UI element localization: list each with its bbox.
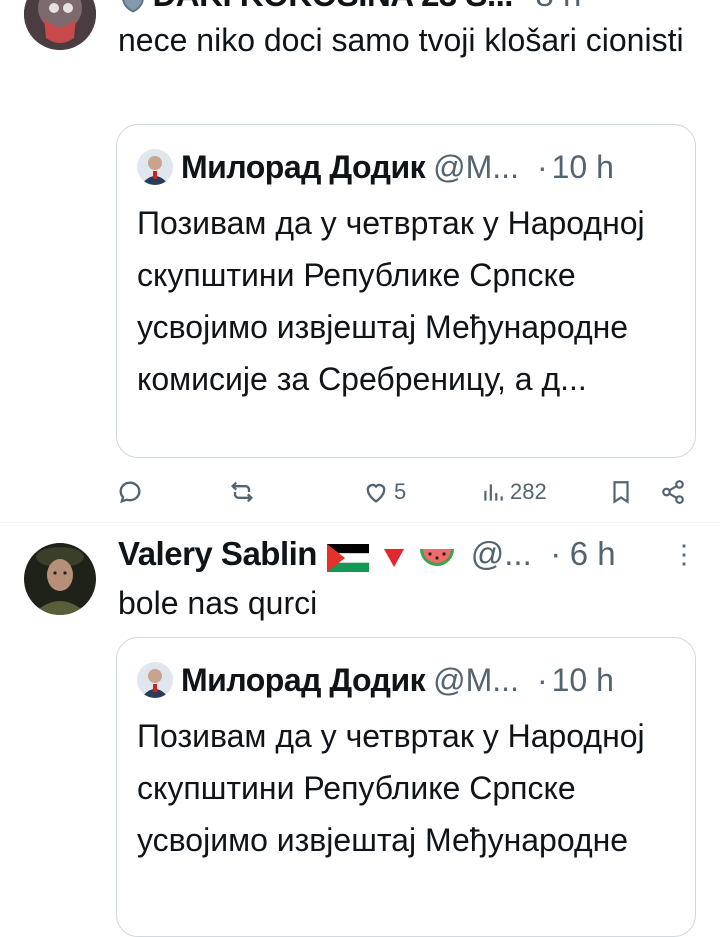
quoted-tweet[interactable]: Милорад Додик @M... · 10 h Позивам да у …	[116, 124, 696, 458]
quote-handle: @M...	[433, 148, 519, 185]
quote-display-name: Милорад Додик	[181, 148, 426, 185]
view-count: 282	[510, 479, 547, 504]
action-bar: 5 282	[116, 472, 696, 512]
separator-dot: ·	[536, 148, 548, 185]
reply-icon	[116, 478, 144, 506]
quote-timestamp: 10 h	[551, 661, 614, 698]
quote-header: Милорад Додик @M... · 10 h	[137, 145, 614, 189]
retweet-icon	[228, 478, 256, 506]
shield-icon	[118, 0, 148, 19]
share-icon	[660, 479, 686, 505]
tweet-text: nece niko doci samo tvoji klošari cionis…	[118, 22, 684, 58]
avatar[interactable]	[24, 0, 96, 50]
heart-icon	[362, 478, 390, 506]
tweet-header: ĐAKI KOKOŠINA 23 S... 8 h	[118, 0, 696, 20]
quote-header: Милорад Додик @M... · 10 h	[137, 658, 614, 702]
quote-display-name: Милорад Додик	[181, 661, 426, 698]
quote-text: Позивам да у четвртак у Народној скупшти…	[137, 718, 645, 858]
timestamp[interactable]: 6 h	[570, 535, 616, 572]
display-name[interactable]: ĐAKI KOKOŠINA 23 S...	[152, 0, 513, 13]
like-button[interactable]: 5	[362, 472, 406, 512]
reply-button[interactable]	[116, 472, 144, 512]
bookmark-icon	[608, 479, 634, 505]
separator-dot: ·	[536, 661, 548, 698]
separator-dot: ·	[550, 535, 562, 572]
avatar[interactable]	[24, 543, 96, 615]
tweet-text: bole nas qurci	[118, 585, 318, 621]
red-triangle-icon	[383, 549, 404, 572]
views-button[interactable]: 282	[480, 472, 547, 512]
views-icon	[480, 479, 506, 505]
quote-handle: @M...	[433, 661, 519, 698]
quoted-tweet[interactable]: Милорад Додик @M... · 10 h Позивам да у …	[116, 637, 696, 937]
tweet-2[interactable]: Valery Sablin @... · 6 h ⋮ bole nas qurc…	[0, 523, 720, 937]
bookmark-button[interactable]	[608, 472, 634, 512]
quote-avatar	[137, 662, 173, 698]
share-button[interactable]	[660, 472, 686, 512]
quote-timestamp: 10 h	[551, 148, 614, 185]
quote-text: Позивам да у четвртак у Народној скупшти…	[137, 205, 645, 397]
more-options-icon[interactable]: ⋮	[671, 539, 697, 570]
tweet-header: Valery Sablin @... · 6 h	[118, 535, 664, 579]
watermelon-icon	[418, 543, 456, 578]
like-count: 5	[394, 479, 407, 504]
timestamp[interactable]: 8 h	[535, 0, 581, 13]
quote-avatar	[137, 149, 173, 185]
display-name[interactable]: Valery Sablin	[118, 535, 317, 572]
user-handle[interactable]: @...	[471, 535, 532, 572]
retweet-button[interactable]	[228, 472, 256, 512]
tweet-1[interactable]: ĐAKI KOKOŠINA 23 S... 8 h nece niko doci…	[0, 0, 720, 522]
palestine-flag-icon	[327, 544, 370, 577]
